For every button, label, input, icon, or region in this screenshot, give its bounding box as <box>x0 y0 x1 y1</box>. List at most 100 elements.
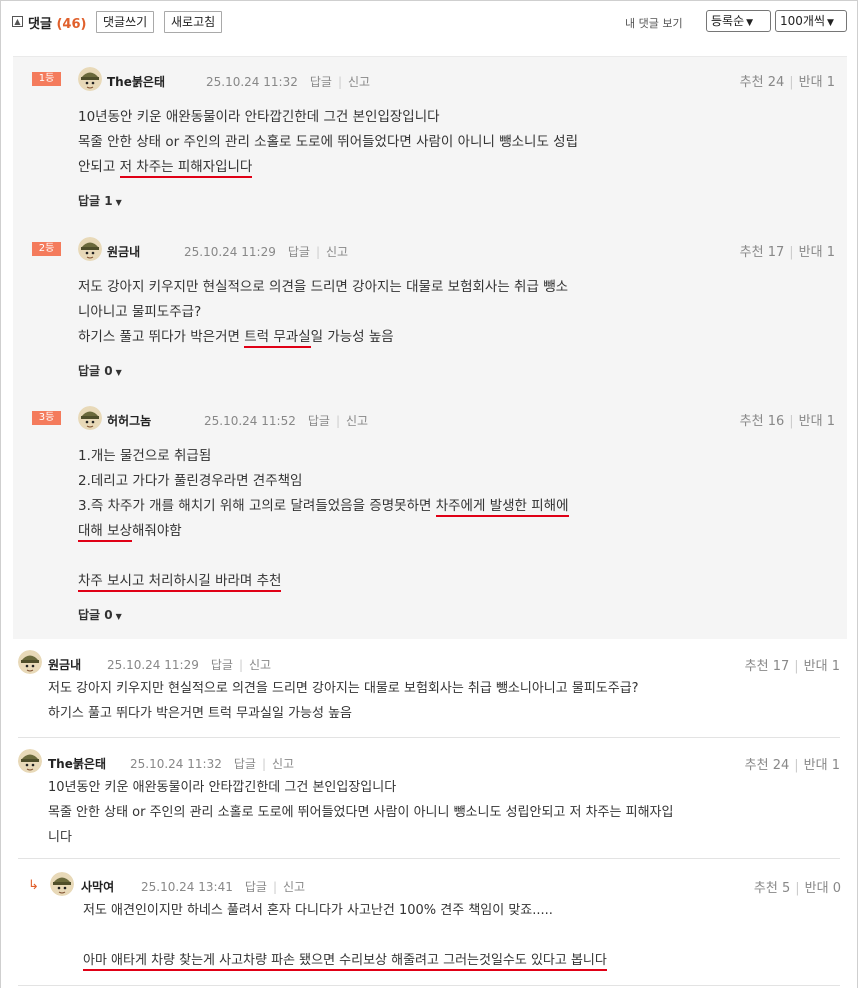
comment-item: 원금내 25.10.24 11:29 답글 | 신고 추천 17 | 반대 1 저도 강아지 키… <box>0 648 858 758</box>
chevron-down-icon: ▼ <box>746 18 754 28</box>
replies-toggle[interactable]: 답글 0 ▼ <box>78 362 122 379</box>
report-link[interactable]: 신고 <box>346 414 368 428</box>
separator: | <box>794 659 799 674</box>
comment-date: 25.10.24 11:32 <box>206 75 298 89</box>
upvote-button[interactable]: 추천 <box>745 758 769 773</box>
reply-link[interactable]: 답글 <box>234 757 256 771</box>
replies-toggle[interactable]: 답글 0 ▼ <box>78 606 122 623</box>
upvote-button[interactable]: 추천 <box>740 245 764 260</box>
refresh-button[interactable]: 새로고침 <box>164 11 223 33</box>
comment-text-line: 니다 <box>48 825 72 850</box>
downvote-button[interactable]: 반대 <box>799 245 823 260</box>
comment-date: 25.10.24 11:32 <box>130 757 222 771</box>
highlighted-text: 저 차주는 피해자입니다 <box>119 159 253 178</box>
chevron-down-icon: ▼ <box>115 368 122 377</box>
text-segment: 저도 강아지 키우지만 현실적으로 의견을 드리면 강아지는 대물로 보험회사는… <box>48 681 639 696</box>
author-nickname[interactable]: 원금내 <box>107 243 140 260</box>
text-segment: 일 가능성 높음 <box>310 329 394 345</box>
soldier-helmet-avatar-icon[interactable] <box>50 872 74 896</box>
downvote-button[interactable]: 반대 <box>804 659 828 674</box>
comment-text-line: 1.개는 물건으로 취급됨 <box>78 444 211 469</box>
soldier-helmet-avatar-icon[interactable] <box>18 650 42 674</box>
rank-badge: 1등 <box>32 72 61 86</box>
best-comments: 1등 The붉은태 25.10.24 11:32 답글 | 신고 추천 24 | 반대 1 10년… <box>13 56 847 639</box>
comment-text-line: 저도 애견인이지만 하네스 풀려서 혼자 다니다가 사고난건 100% 견주 책… <box>83 898 553 923</box>
comment-meta: 25.10.24 11:52 답글 | 신고 <box>204 412 368 429</box>
vote-box: 추천 17 | 반대 1 <box>740 241 835 260</box>
soldier-helmet-avatar-icon[interactable] <box>78 237 102 261</box>
soldier-helmet-avatar-icon[interactable] <box>78 406 102 430</box>
report-link[interactable]: 신고 <box>249 658 271 672</box>
comment-text-line: 저도 강아지 키우지만 현실적으로 의견을 드리면 강아지는 대물로 보험회사는… <box>48 676 639 701</box>
comment-date: 25.10.24 11:29 <box>107 658 199 672</box>
downvote-button[interactable]: 반대 <box>804 758 828 773</box>
report-link[interactable]: 신고 <box>283 880 305 894</box>
separator: | <box>272 880 277 894</box>
comment-meta: 25.10.24 13:41 답글 | 신고 <box>141 878 305 895</box>
report-link[interactable]: 신고 <box>272 757 294 771</box>
highlighted-text: 차주에게 발생한 피해에 <box>435 498 569 517</box>
text-segment: 해줘야함 <box>131 523 182 539</box>
my-comments-link[interactable]: 내 댓글 보기 <box>625 15 683 31</box>
replies-count: 답글 0 <box>78 608 113 622</box>
reply-link[interactable]: 답글 <box>310 75 332 89</box>
best-comment: 1등 The붉은태 25.10.24 11:32 답글 | 신고 추천 24 | 반대 1 10년… <box>13 67 847 237</box>
vote-box: 추천 17 | 반대 1 <box>745 655 840 674</box>
text-segment: 니다 <box>48 830 72 845</box>
reply-link[interactable]: 답글 <box>211 658 233 672</box>
report-link[interactable]: 신고 <box>348 75 370 89</box>
separator: | <box>794 758 799 773</box>
author-nickname[interactable]: 원금내 <box>48 656 81 673</box>
upvote-button[interactable]: 추천 <box>740 75 764 90</box>
downvote-count: 1 <box>826 414 835 429</box>
divider <box>18 737 840 738</box>
text-segment: 목줄 안한 상태 or 주인의 관리 소홀로 도로에 뛰어들었다면 사람이 아니… <box>78 134 579 150</box>
author-nickname[interactable]: 허허그놈 <box>107 412 151 429</box>
per-page-select-value: 100개씩 <box>780 14 825 28</box>
comment-text-line: 10년동안 키운 애완동물이라 안타깝긴한데 그건 본인입장입니다 <box>78 105 440 130</box>
upvote-count: 5 <box>781 881 791 896</box>
separator: | <box>789 75 794 90</box>
downvote-button[interactable]: 반대 <box>799 75 823 90</box>
report-link[interactable]: 신고 <box>326 245 348 259</box>
comment-item: The붉은태 25.10.24 11:32 답글 | 신고 추천 24 | 반대 1 10년동안… <box>0 747 858 857</box>
sort-select-value: 등록순 <box>711 14 745 28</box>
sort-select[interactable]: 등록순 ▼ <box>706 10 771 32</box>
comment-meta: 25.10.24 11:29 답글 | 신고 <box>107 656 271 673</box>
upvote-button[interactable]: 추천 <box>754 881 778 896</box>
comment-title: 댓글 (46) <box>28 13 86 32</box>
downvote-button[interactable]: 반대 <box>805 881 829 896</box>
upvote-button[interactable]: 추천 <box>740 414 764 429</box>
highlighted-text: 트럭 무과실 <box>244 329 311 348</box>
reply-link[interactable]: 답글 <box>245 880 267 894</box>
soldier-helmet-avatar-icon[interactable] <box>18 749 42 773</box>
separator: | <box>335 414 340 428</box>
soldier-helmet-avatar-icon[interactable] <box>78 67 102 91</box>
highlighted-text: 차주 보시고 처리하시길 바라며 추천 <box>78 573 282 592</box>
collapse-square-icon[interactable]: ▲ <box>12 16 23 27</box>
reply-link[interactable]: 답글 <box>288 245 310 259</box>
upvote-count: 17 <box>767 245 785 260</box>
per-page-select[interactable]: 100개씩 ▼ <box>775 10 847 32</box>
divider <box>18 858 840 859</box>
reply-comment: ↳ 사막여 25.10.24 13:41 답글 | 신고 추천 5 | 반대 0 저도 애견인이지… <box>0 870 858 980</box>
text-segment: 10년동안 키운 애완동물이라 안타깝긴한데 그건 본인입장입니다 <box>78 109 440 125</box>
chevron-down-icon: ▼ <box>115 198 122 207</box>
comment-text-line: 하기스 풀고 뛰다가 박은거면 트럭 무과실일 가능성 높음 <box>48 701 352 726</box>
downvote-button[interactable]: 반대 <box>799 414 823 429</box>
text-segment: 1.개는 물건으로 취급됨 <box>78 448 212 464</box>
upvote-count: 16 <box>767 414 785 429</box>
write-comment-button[interactable]: 댓글쓰기 <box>96 11 155 33</box>
replies-toggle[interactable]: 답글 1 ▼ <box>78 192 122 209</box>
comment-date: 25.10.24 11:29 <box>184 245 276 259</box>
reply-link[interactable]: 답글 <box>308 414 330 428</box>
comment-text-line: 10년동안 키운 애완동물이라 안타깝긴한데 그건 본인입장입니다 <box>48 775 396 800</box>
author-nickname[interactable]: The붉은태 <box>107 73 165 90</box>
text-segment: 안되고 <box>78 159 120 175</box>
upvote-button[interactable]: 추천 <box>745 659 769 674</box>
text-segment: 3.즉 차주가 개를 해치기 위해 고의로 달려들었음을 증명못하면 <box>78 498 436 514</box>
author-nickname[interactable]: The붉은태 <box>48 755 106 772</box>
downvote-count: 1 <box>831 659 840 674</box>
author-nickname[interactable]: 사막여 <box>81 878 114 895</box>
comment-count: (46) <box>56 17 87 32</box>
